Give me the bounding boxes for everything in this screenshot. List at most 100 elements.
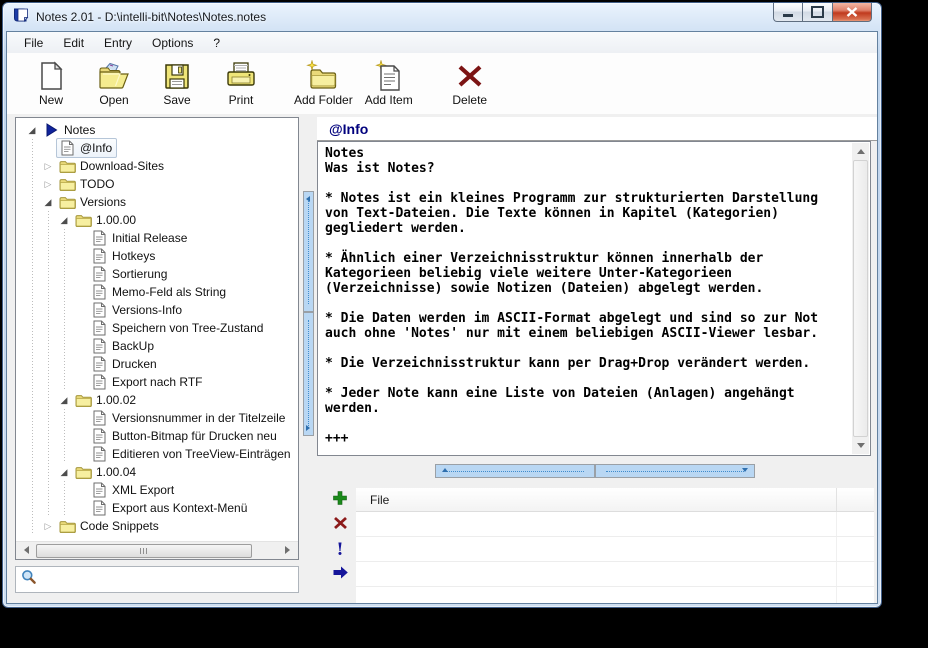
notes-tree: ◢ Notes @Info ▷ Download-Sites ▷ TODO ◢ Versions… bbox=[16, 118, 298, 542]
expander-expanded-icon[interactable]: ◢ bbox=[56, 463, 72, 481]
collapse-down-icon[interactable] bbox=[742, 468, 748, 472]
tree-item-label: Sortierung bbox=[112, 267, 168, 281]
search-box bbox=[15, 566, 299, 593]
add-item-icon bbox=[372, 59, 406, 93]
tree-item-sortierung[interactable]: Sortierung bbox=[24, 265, 298, 283]
collapse-left-icon[interactable] bbox=[306, 196, 310, 202]
print-button[interactable]: Print bbox=[211, 58, 271, 108]
attachment-buttons: ! bbox=[325, 490, 355, 591]
vertical-splitter-top[interactable] bbox=[303, 191, 314, 312]
tree-item-speichern-von-tree-zustand[interactable]: Speichern von Tree-Zustand bbox=[24, 319, 298, 337]
attachment-row bbox=[356, 587, 874, 603]
scroll-down-arrow-icon[interactable] bbox=[852, 438, 869, 453]
tree-item-editieren-von-treeview-eintr-gen[interactable]: Editieren von TreeView-Einträgen bbox=[24, 445, 298, 463]
note-scrollbar-thumb[interactable] bbox=[853, 160, 868, 437]
tree-item-info[interactable]: @Info bbox=[24, 138, 298, 158]
scroll-up-arrow-icon[interactable] bbox=[852, 144, 869, 159]
menu-item-options[interactable]: Options bbox=[142, 34, 203, 52]
expander-expanded-icon[interactable]: ◢ bbox=[24, 121, 40, 139]
add-folder-button[interactable]: Add Folder bbox=[288, 58, 359, 108]
tree-item-versions-info[interactable]: Versions-Info bbox=[24, 301, 298, 319]
minimize-button[interactable] bbox=[773, 3, 803, 22]
tree-scrollbar-thumb[interactable] bbox=[36, 544, 252, 558]
magnifier-icon bbox=[21, 569, 37, 590]
open-button[interactable]: Open bbox=[84, 58, 144, 108]
tree-item-label: Export aus Kontext-Menü bbox=[112, 501, 248, 515]
titlebar[interactable]: Notes 2.01 - D:\intelli-bit\Notes\Notes.… bbox=[3, 3, 881, 31]
note-editor[interactable]: Notes Was ist Notes? * Notes ist ein kle… bbox=[317, 141, 871, 456]
tree-horizontal-scrollbar[interactable] bbox=[16, 541, 298, 559]
app-window: Notes 2.01 - D:\intelli-bit\Notes\Notes.… bbox=[2, 2, 882, 608]
tree-item-download-sites[interactable]: ▷ Download-Sites bbox=[24, 157, 298, 175]
toolbar-button-label: Print bbox=[228, 93, 254, 107]
exclaim-file-button[interactable]: ! bbox=[329, 541, 351, 559]
menu-item-file[interactable]: File bbox=[14, 34, 53, 52]
tree-item-label: 1.00.02 bbox=[96, 393, 137, 407]
restore-button[interactable] bbox=[803, 3, 832, 22]
new-button[interactable]: New bbox=[21, 58, 81, 108]
expander-collapsed-icon[interactable]: ▷ bbox=[40, 157, 56, 175]
save-button[interactable]: Save bbox=[147, 58, 207, 108]
tree-item-code-snippets[interactable]: ▷ Code Snippets bbox=[24, 517, 298, 535]
tree-item-xml-export[interactable]: XML Export bbox=[24, 481, 298, 499]
open-file-button[interactable] bbox=[329, 566, 351, 584]
tree-item-1-00-04[interactable]: ◢ 1.00.04 bbox=[24, 463, 298, 481]
search-input[interactable] bbox=[41, 571, 298, 588]
menu-item-entry[interactable]: Entry bbox=[94, 34, 142, 52]
tree-item-notes[interactable]: ◢ Notes bbox=[24, 121, 298, 139]
open-folder-icon bbox=[97, 59, 131, 93]
note-vertical-scrollbar[interactable] bbox=[852, 143, 869, 454]
collapse-right-icon[interactable] bbox=[306, 425, 310, 431]
tree-item-memo-feld-als-string[interactable]: Memo-Feld als String bbox=[24, 283, 298, 301]
note-page-icon bbox=[90, 500, 108, 516]
tree-item-todo[interactable]: ▷ TODO bbox=[24, 175, 298, 193]
expander-collapsed-icon[interactable]: ▷ bbox=[40, 517, 56, 535]
menu-item-edit[interactable]: Edit bbox=[53, 34, 94, 52]
toolbar-button-label: Add Item bbox=[364, 93, 413, 107]
extra-column-header[interactable] bbox=[837, 488, 874, 511]
scroll-left-arrow-icon[interactable] bbox=[18, 542, 35, 558]
tree-item-hotkeys[interactable]: Hotkeys bbox=[24, 247, 298, 265]
tree-item-export-aus-kontext-men[interactable]: Export aus Kontext-Menü bbox=[24, 499, 298, 517]
expander-collapsed-icon[interactable]: ▷ bbox=[40, 175, 56, 193]
tree-item-drucken[interactable]: Drucken bbox=[24, 355, 298, 373]
note-body-text[interactable]: Notes Was ist Notes? * Notes ist ein kle… bbox=[325, 146, 846, 451]
notes-app-icon bbox=[13, 7, 29, 28]
folder-icon bbox=[58, 159, 76, 174]
remove-file-button[interactable] bbox=[329, 516, 351, 534]
minimize-icon bbox=[783, 14, 793, 17]
note-page-icon bbox=[90, 374, 108, 390]
tree-item-1-00-00[interactable]: ◢ 1.00.00 bbox=[24, 211, 298, 229]
add-file-button[interactable] bbox=[329, 490, 351, 511]
add-item-button[interactable]: Add Item bbox=[359, 58, 419, 108]
horizontal-splitter-right[interactable] bbox=[595, 464, 755, 478]
toolbar-button-label: Open bbox=[99, 93, 129, 107]
note-header: @Info bbox=[317, 117, 877, 141]
tree-item-backup[interactable]: BackUp bbox=[24, 337, 298, 355]
file-column-header[interactable]: File bbox=[356, 488, 837, 511]
collapse-up-icon[interactable] bbox=[442, 468, 448, 472]
note-title: @Info bbox=[329, 120, 369, 137]
menu-item-[interactable]: ? bbox=[203, 34, 230, 52]
tree-item-button-bitmap-f-r-drucken-neu[interactable]: Button-Bitmap für Drucken neu bbox=[24, 427, 298, 445]
scroll-right-arrow-icon[interactable] bbox=[279, 542, 296, 558]
toolbar-button-label: Save bbox=[163, 93, 191, 107]
tree-item-label: 1.00.00 bbox=[96, 213, 137, 227]
expander-expanded-icon[interactable]: ◢ bbox=[56, 391, 72, 409]
vertical-splitter-bottom[interactable] bbox=[303, 312, 314, 436]
tree-item-label: Button-Bitmap für Drucken neu bbox=[112, 429, 277, 443]
tree-item-label: Editieren von TreeView-Einträgen bbox=[112, 447, 291, 461]
notes-tree-panel: ◢ Notes @Info ▷ Download-Sites ▷ TODO ◢ Versions… bbox=[15, 117, 299, 560]
expander-expanded-icon[interactable]: ◢ bbox=[40, 193, 56, 211]
close-button[interactable] bbox=[832, 3, 872, 22]
tree-item-initial-release[interactable]: Initial Release bbox=[24, 229, 298, 247]
tree-item-versionsnummer-in-der-titelzeile[interactable]: Versionsnummer in der Titelzeile bbox=[24, 409, 298, 427]
delete-button[interactable]: Delete bbox=[440, 58, 500, 108]
horizontal-splitter-left[interactable] bbox=[435, 464, 595, 478]
tree-item-versions[interactable]: ◢ Versions bbox=[24, 193, 298, 211]
plus-icon bbox=[332, 490, 348, 511]
tree-item-export-nach-rtf[interactable]: Export nach RTF bbox=[24, 373, 298, 391]
tree-item-1-00-02[interactable]: ◢ 1.00.02 bbox=[24, 391, 298, 409]
folder-icon bbox=[74, 393, 92, 408]
expander-expanded-icon[interactable]: ◢ bbox=[56, 211, 72, 229]
